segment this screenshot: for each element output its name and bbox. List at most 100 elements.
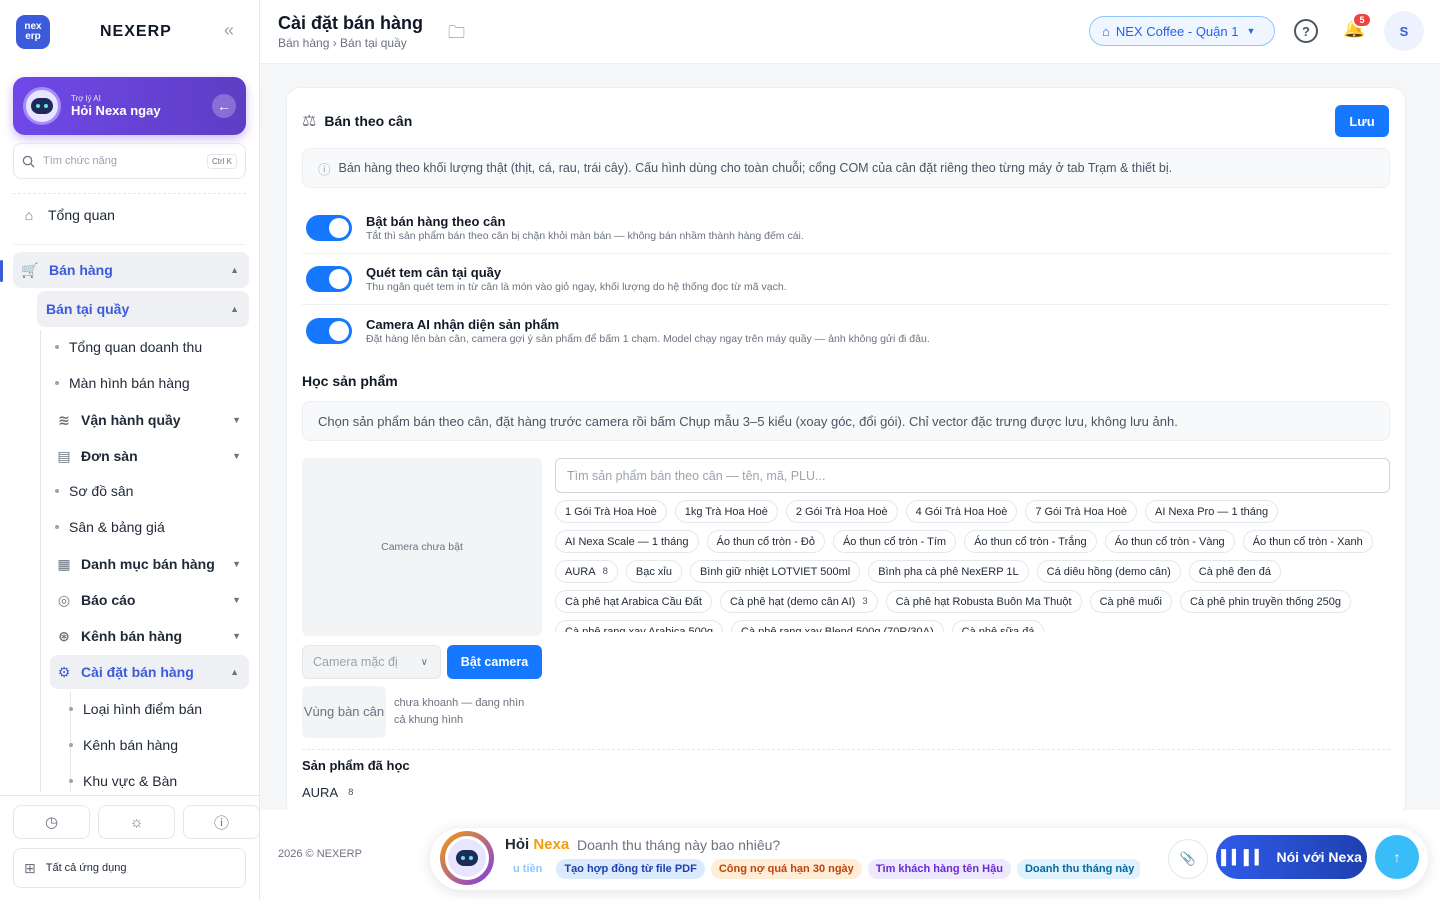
product-chip[interactable]: Bình pha cà phê NexERP 1L <box>868 560 1029 583</box>
chevron-up-icon: ▲ <box>230 304 239 314</box>
product-chip[interactable]: Cá diêu hồng (demo cân) <box>1036 560 1181 583</box>
learned-item[interactable]: AURA 8 <box>302 785 353 800</box>
nav-areas-tables[interactable]: Khu vực & Bàn <box>69 773 177 789</box>
product-chip[interactable]: 1 Gói Trà Hoa Hoè <box>555 500 667 523</box>
product-chip[interactable]: Áo thun cổ tròn - Tím <box>832 530 957 553</box>
save-button[interactable]: Lưu <box>1335 105 1389 137</box>
enable-camera-button[interactable]: Bật camera <box>447 645 542 679</box>
calendar-icon: ▤ <box>57 447 71 464</box>
chart-pie-icon: ◎ <box>57 591 71 608</box>
nav-sales-settings[interactable]: ⚙ Cài đặt bán hàng ▲ <box>50 655 249 689</box>
product-chip-name: Cà phê rang xay Arabica 500g <box>565 625 713 633</box>
nav-sales-channels[interactable]: ⊛ Kênh bán hàng ▼ <box>55 627 241 645</box>
product-search-input[interactable]: Tìm sản phẩm bán theo cân — tên, mã, PLU… <box>555 458 1390 493</box>
camera-ai-toggle[interactable] <box>306 317 352 344</box>
toggle-desc: Tắt thì sản phẩm bán theo cân bị chặn kh… <box>366 230 804 242</box>
product-chip[interactable]: Cà phê muối <box>1089 590 1172 613</box>
nav-revenue-overview[interactable]: Tổng quan doanh thu <box>55 339 202 355</box>
nav-counter-ops[interactable]: ≋ Vận hành quầy ▼ <box>55 411 241 429</box>
product-chip[interactable]: Cà phê hạt Robusta Buôn Ma Thuột <box>885 590 1082 613</box>
suggestion-chip[interactable]: Công nợ quá hạn 30 ngày <box>710 859 862 879</box>
nav-court-pricing[interactable]: Sân & bảng giá <box>55 519 165 535</box>
ask-input[interactable]: Doanh thu tháng này bao nhiêu? <box>577 837 780 853</box>
product-chip[interactable]: Cà phê đen đá <box>1188 560 1281 583</box>
nav-store-types[interactable]: Loại hình điểm bán <box>69 701 202 717</box>
product-chip[interactable]: 7 Gói Trà Hoa Hoè <box>1025 500 1138 523</box>
product-chip[interactable]: Cà phê rang xay Blend 500g (70R/30A) <box>731 620 944 632</box>
theme-button[interactable]: ☼ <box>98 805 175 839</box>
product-chip[interactable]: Áo thun cổ tròn - Trắng <box>964 530 1097 553</box>
brand[interactable]: nex erp NEXERP <box>16 15 172 49</box>
store-selector[interactable]: ⌂ NEX Coffee - Quận 1 ▼ <box>1089 16 1275 46</box>
apps-grid-icon: ⊞ <box>24 859 36 876</box>
search-placeholder: Tìm chức năng <box>43 155 118 167</box>
ai-assistant-card[interactable]: Trợ lý AI Hỏi Nexa ngay ← <box>13 77 246 135</box>
scale-zone-button[interactable]: Vùng bàn cân <box>302 686 386 738</box>
voice-button[interactable]: ▌▍▌▍ Nói với Nexa <box>1216 835 1367 879</box>
product-chip[interactable]: Bạc xỉu <box>625 560 682 583</box>
product-chip[interactable]: Cà phê sữa đá <box>951 620 1045 632</box>
nav-court-map[interactable]: Sơ đồ sân <box>55 483 133 499</box>
chevron-down-icon: ▼ <box>1246 26 1256 36</box>
send-button[interactable]: ↑ <box>1375 835 1419 879</box>
product-chip[interactable]: Cà phê hạt Arabica Cầu Đất <box>555 590 712 613</box>
nav-sales-catalog[interactable]: ▦ Danh mục bán hàng ▼ <box>55 555 241 573</box>
scan-label-toggle[interactable] <box>306 266 352 292</box>
collapse-sidebar-icon[interactable]: « <box>224 20 234 41</box>
scale-sales-card: ⚖ Bán theo cân Lưu ⓘ Bán hàng theo khối … <box>286 87 1406 817</box>
sidebar: nex erp NEXERP « Trợ lý AI Hỏi Nexa ngay… <box>0 0 260 900</box>
nav-sales-label: Bán hàng <box>49 262 113 278</box>
toggle-desc: Đặt hàng lên bàn cân, camera gợi ý sản p… <box>366 332 930 345</box>
voice-label: Nói với Nexa <box>1276 849 1362 865</box>
product-chip[interactable]: Áo thun cổ tròn - Xanh <box>1242 530 1373 553</box>
alert-button[interactable]: ⓘ <box>183 805 259 839</box>
ask-nexa-bar: Hỏi Nexa Doanh thu tháng này bao nhiêu? … <box>430 828 1428 890</box>
product-chip[interactable]: 1kg Trà Hoa Hoè <box>674 500 778 523</box>
suggestion-chip[interactable]: Tìm khách hàng tên Hậu <box>867 859 1011 879</box>
product-chip[interactable]: 4 Gói Trà Hoa Hoè <box>905 500 1018 523</box>
scale-sales-toggle[interactable] <box>306 215 352 241</box>
product-chip[interactable]: Cà phê hạt (demo cân AI) 3 <box>719 590 878 613</box>
product-chip[interactable]: 2 Gói Trà Hoa Hoè <box>785 500 898 523</box>
nexa-bot-icon <box>23 87 61 125</box>
product-chip[interactable]: Bình giữ nhiệt LOTVIET 500ml <box>689 560 861 583</box>
nav-channels[interactable]: Kênh bán hàng <box>69 737 178 753</box>
nexerp-logo: nex erp <box>16 15 50 49</box>
nexa-avatar[interactable] <box>440 831 494 885</box>
page-title: Cài đặt bán hàng <box>278 13 424 33</box>
nav-reports[interactable]: ◎ Báo cáo ▼ <box>55 591 241 609</box>
attach-icon[interactable]: 📎 <box>1168 839 1208 879</box>
all-apps-button[interactable]: ⊞ Tất cả ứng dụng <box>13 848 246 888</box>
nav-item-label: Màn hình bán hàng <box>69 375 190 391</box>
breadcrumb[interactable]: Bán hàng › Bán tại quầy <box>278 36 407 50</box>
nav-pos[interactable]: Bán tại quầy ▲ <box>37 291 249 327</box>
suggestion-chip[interactable]: Tạo hợp đồng từ file PDF <box>556 859 705 879</box>
learned-item-count: 8 <box>348 787 354 798</box>
product-chip[interactable]: Áo thun cổ tròn - Vàng <box>1104 530 1235 553</box>
product-chip[interactable]: Cà phê rang xay Arabica 500g <box>555 620 723 632</box>
info-text: Bán hàng theo khối lượng thật (thịt, cá,… <box>338 161 1173 175</box>
product-chip[interactable]: AURA 8 <box>555 560 618 583</box>
sidebar-search[interactable]: Tìm chức năng Ctrl K <box>13 143 246 179</box>
camera-select[interactable]: Camera mặc đị ∨ <box>302 645 441 679</box>
footer: 2026 © NEXERP Hỏi Nexa Doanh thu tháng n… <box>260 810 1440 900</box>
avatar[interactable]: S <box>1384 11 1424 51</box>
info-banner: ⓘ Bán hàng theo khối lượng thật (thịt, c… <box>302 148 1390 188</box>
history-button[interactable]: ◷ <box>13 805 90 839</box>
product-chip[interactable]: AI Nexa Scale — 1 tháng <box>555 530 699 553</box>
nav-court-orders[interactable]: ▤ Đơn sàn ▼ <box>55 447 241 465</box>
product-chip-name: 7 Gói Trà Hoa Hoè <box>1035 505 1128 518</box>
help-icon[interactable]: ? <box>1294 19 1318 43</box>
product-chip[interactable]: Cà phê phin truyền thống 250g <box>1179 590 1351 613</box>
suggestion-chip[interactable]: Doanh thu tháng này <box>1016 859 1140 879</box>
nav-overview[interactable]: ⌂ Tổng quan <box>20 206 115 224</box>
suggestion-chip[interactable]: u tiền <box>505 859 550 879</box>
nav-sales[interactable]: 🛒 Bán hàng ▲ <box>13 252 249 288</box>
product-chips: 1 Gói Trà Hoa Hoè 1kg Trà Hoa Hoè 2 Gói Tr… <box>555 500 1390 632</box>
product-chip[interactable]: Áo thun cổ tròn - Đỏ <box>706 530 825 553</box>
learn-section-title: Học sản phẩm <box>302 373 398 389</box>
folder-icon[interactable]: 🗀 <box>448 20 465 49</box>
nav-sales-screen[interactable]: Màn hình bán hàng <box>55 375 190 391</box>
arrow-left-icon[interactable]: ← <box>212 94 236 118</box>
product-chip[interactable]: AI Nexa Pro — 1 tháng <box>1145 500 1279 523</box>
